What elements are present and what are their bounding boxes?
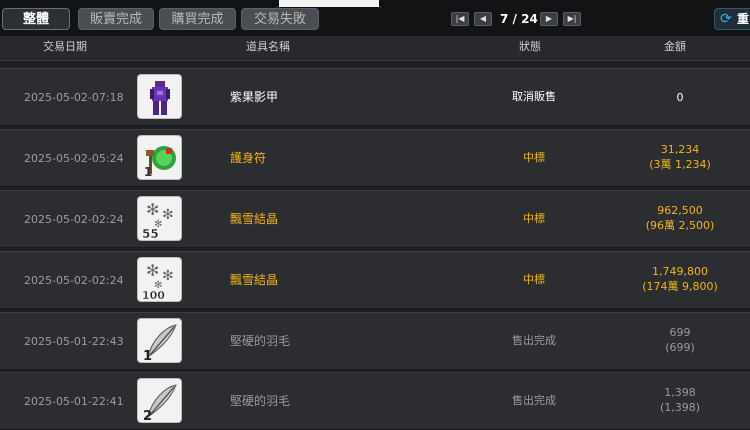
transaction-date: 2025-05-02-05:24 xyxy=(24,152,124,165)
status-text: 取消販售 xyxy=(512,90,556,103)
amount-cell: 1,749,800 (174萬 9,800) xyxy=(620,264,740,294)
table-row[interactable]: 2025-05-02-07:18 紫果影甲 取消販售 0 xyxy=(0,68,750,126)
amount-value: 699 xyxy=(669,326,691,339)
table-header: 交易日期 道具名稱 狀態 金額 xyxy=(0,36,750,61)
column-status: 狀態 xyxy=(519,40,541,53)
last-page-button[interactable]: ▶| xyxy=(563,12,581,26)
table-row[interactable]: 2025-05-02-02:24 ✻ ✻ ✻ 100 飄雪結晶 中標 1,749… xyxy=(0,251,750,309)
transaction-date: 2025-05-02-02:24 xyxy=(24,274,124,287)
purple-armor-icon xyxy=(137,74,182,119)
snow-crystal-icon: ✻ ✻ ✻ 100 xyxy=(137,257,182,302)
amount-detail: (1,398) xyxy=(659,401,701,414)
status-text: 售出完成 xyxy=(512,334,556,347)
amulet-icon: 1 xyxy=(137,135,182,180)
amount-value: 1,749,800 xyxy=(652,265,708,278)
svg-text:✻: ✻ xyxy=(162,207,174,223)
amount-value: 31,234 xyxy=(660,143,700,156)
table-row[interactable]: 2025-05-01-22:41 2 堅硬的羽毛 售出完成 1,398 (1,3… xyxy=(0,372,750,430)
refresh-icon: ⟳ xyxy=(720,11,732,27)
table-row[interactable]: 2025-05-02-02:24 ✻ ✻ ✻ 55 飄雪結晶 中標 962,50… xyxy=(0,190,750,248)
amount-detail: (96萬 2,500) xyxy=(645,219,715,232)
amount-detail: (699) xyxy=(665,341,695,354)
column-amount: 金額 xyxy=(664,40,686,53)
tab-bought[interactable]: 購買完成 xyxy=(159,8,236,30)
tab-sold[interactable]: 販賣完成 xyxy=(78,8,154,30)
amount-cell: 31,234 (3萬 1,234) xyxy=(620,142,740,172)
first-page-button[interactable]: |◀ xyxy=(451,12,469,26)
item-quantity: 1 xyxy=(143,349,152,363)
amount-value: 962,500 xyxy=(657,204,703,217)
amount-value: 0 xyxy=(676,91,684,104)
item-quantity: 55 xyxy=(142,227,159,241)
status-text: 中標 xyxy=(523,151,545,164)
item-name: 護身符 xyxy=(230,151,267,165)
item-quantity: 100 xyxy=(142,289,165,302)
item-quantity: 2 xyxy=(143,409,152,423)
tab-all[interactable]: 整體 xyxy=(2,8,70,30)
table-row[interactable]: 2025-05-01-22:43 1 堅硬的羽毛 售出完成 699 (699) xyxy=(0,312,750,370)
amount-cell: 0 xyxy=(620,90,740,105)
status-text: 中標 xyxy=(523,273,545,286)
transaction-date: 2025-05-02-07:18 xyxy=(24,91,124,104)
refresh-label: 重 xyxy=(737,12,750,26)
item-name: 飄雪結晶 xyxy=(230,212,279,226)
item-name: 紫果影甲 xyxy=(230,90,279,104)
transaction-date: 2025-05-01-22:43 xyxy=(24,335,124,348)
page-indicator: 7 / 24 xyxy=(500,12,538,26)
overlay-strip xyxy=(279,0,379,7)
next-page-button[interactable]: ▶ xyxy=(540,12,558,26)
svg-text:✻: ✻ xyxy=(162,268,174,284)
snow-crystal-icon: ✻ ✻ ✻ 55 xyxy=(137,196,182,241)
amount-cell: 962,500 (96萬 2,500) xyxy=(620,203,740,233)
item-name: 堅硬的羽毛 xyxy=(230,394,291,408)
feather-icon: 2 xyxy=(137,378,182,423)
refresh-button[interactable]: ⟳ 重 xyxy=(714,8,750,30)
item-name: 飄雪結晶 xyxy=(230,273,279,287)
column-date: 交易日期 xyxy=(43,40,87,53)
amount-detail: (174萬 9,800) xyxy=(642,280,718,293)
transaction-date: 2025-05-01-22:41 xyxy=(24,395,124,408)
amount-detail: (3萬 1,234) xyxy=(649,158,711,171)
prev-page-button[interactable]: ◀ xyxy=(474,12,492,26)
item-name: 堅硬的羽毛 xyxy=(230,334,291,348)
svg-text:1: 1 xyxy=(144,165,152,179)
svg-text:✻: ✻ xyxy=(146,200,159,219)
column-item-name: 道具名稱 xyxy=(246,40,290,53)
svg-text:✻: ✻ xyxy=(146,261,159,280)
tab-failed[interactable]: 交易失敗 xyxy=(241,8,319,30)
feather-icon: 1 xyxy=(137,318,182,363)
amount-cell: 699 (699) xyxy=(620,325,740,355)
status-text: 中標 xyxy=(523,212,545,225)
amount-cell: 1,398 (1,398) xyxy=(620,385,740,415)
amount-value: 1,398 xyxy=(664,386,696,399)
transaction-date: 2025-05-02-02:24 xyxy=(24,213,124,226)
status-text: 售出完成 xyxy=(512,394,556,407)
table-row[interactable]: 2025-05-02-05:24 1 護身符 中標 31,234 (3萬 1,2… xyxy=(0,129,750,187)
